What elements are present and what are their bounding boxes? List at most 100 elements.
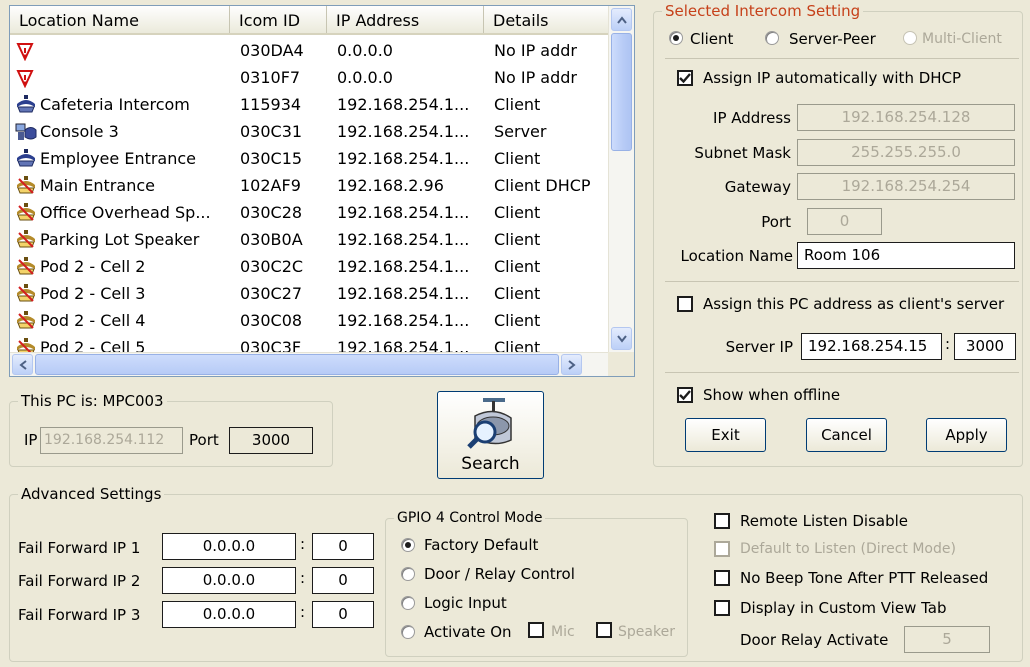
table-row[interactable]: Pod 2 - Cell 3 030C27 192.168.254.1... Clie… [10,280,608,307]
mic-checkbox[interactable] [528,622,544,638]
table-row[interactable]: Pod 2 - Cell 5 030C3F 192.168.254.1... Clie… [10,334,608,353]
radio-logic-input[interactable] [401,596,415,610]
cancel-button[interactable]: Cancel [806,418,887,452]
vertical-scrollbar[interactable] [608,6,634,353]
radio-factory-default-label[interactable]: Factory Default [424,535,538,555]
remote-listen-disable-label[interactable]: Remote Listen Disable [740,511,908,531]
table-row[interactable]: Main Entrance 102AF9 192.168.2.96 Client DH… [10,172,608,199]
horizontal-scrollbar[interactable] [10,352,610,376]
show-offline-label[interactable]: Show when offline [703,385,840,405]
radio-server-peer-label[interactable]: Server-Peer [789,29,876,49]
this-pc-port-label: Port [189,431,219,449]
this-pc-port-field[interactable]: 3000 [229,427,313,454]
fail-forward-3-port-field[interactable]: 0 [312,601,374,628]
table-row[interactable]: Parking Lot Speaker 030B0A 192.168.254.1..… [10,226,608,253]
custom-view-tab-checkbox[interactable] [714,600,730,616]
fail-forward-2-port-field[interactable]: 0 [312,567,374,594]
fail-forward-2-ip-field[interactable]: 0.0.0.0 [162,567,296,594]
subnet-mask-label: Subnet Mask [694,144,791,162]
scroll-left-button[interactable] [12,354,33,375]
scroll-right-button[interactable] [561,354,582,375]
radio-factory-default[interactable] [401,538,415,552]
port-field[interactable]: 0 [807,208,882,235]
assign-server-label[interactable]: Assign this PC address as client's serve… [703,294,1004,314]
this-pc-ip-field[interactable]: 192.168.254.112 [40,427,183,454]
no-beep-tone-checkbox[interactable] [714,570,730,586]
table-row[interactable]: Console 3 030C31 192.168.254.1... Server [10,118,608,145]
column-header-location-name[interactable]: Location Name [10,6,230,33]
scroll-down-button[interactable] [611,327,632,350]
intercom-client-icon [15,94,37,115]
device-list[interactable]: Location Name Icom ID IP Address Details… [9,5,635,377]
ip-address-field[interactable]: 192.168.254.128 [797,104,1015,131]
radio-client[interactable] [669,31,683,45]
show-offline-checkbox[interactable] [677,387,693,403]
dhcp-label[interactable]: Assign IP automatically with DHCP [703,68,961,88]
column-header-icom-id[interactable]: Icom ID [230,6,327,33]
table-row[interactable]: Cafeteria Intercom 115934 192.168.254.1...… [10,91,608,118]
server-port-field[interactable]: 3000 [954,333,1016,360]
details-cell: Client [494,203,541,222]
custom-view-tab-label[interactable]: Display in Custom View Tab [740,598,947,618]
column-header-details[interactable]: Details [484,6,608,33]
fail-forward-1-port-field[interactable]: 0 [312,533,374,560]
vertical-scroll-thumb[interactable] [611,33,632,151]
horizontal-scroll-thumb[interactable] [35,354,559,375]
table-row[interactable]: Pod 2 - Cell 2 030C2C 192.168.254.1... Clie… [10,253,608,280]
ip-address-cell: 192.168.254.1... [337,95,470,114]
fail-forward-1-ip-field[interactable]: 0.0.0.0 [162,533,296,560]
selected-intercom-setting-title: Selected Intercom Setting [662,2,864,20]
scroll-up-button[interactable] [611,8,632,31]
fail-forward-3-ip-field[interactable]: 0.0.0.0 [162,601,296,628]
table-row[interactable]: Pod 2 - Cell 4 030C08 192.168.254.1... Clie… [10,307,608,334]
location-name-cell: Main Entrance [10,175,240,196]
gateway-field[interactable]: 192.168.254.254 [797,173,1015,200]
server-ip-field[interactable]: 192.168.254.15 [801,333,942,360]
location-name-cell: Pod 2 - Cell 4 [10,310,240,331]
table-row[interactable]: Employee Entrance 030C15 192.168.254.1... C… [10,145,608,172]
icom-id-cell: 030DA4 [240,41,304,60]
location-name-cell: Pod 2 - Cell 5 [10,337,240,353]
remote-listen-disable-checkbox[interactable] [714,513,730,529]
speaker-checkbox[interactable] [596,622,612,638]
table-row[interactable]: Office Overhead Sp... 030C28 192.168.254.1… [10,199,608,226]
fail-forward-3-label: Fail Forward IP 3 [18,606,141,624]
divider [665,281,1019,282]
location-name-text: Console 3 [40,122,119,141]
details-cell: Client [494,230,541,249]
radio-door-relay-control-label[interactable]: Door / Relay Control [424,564,575,584]
table-row[interactable]: 0310F7 0.0.0.0 No IP addr [10,64,608,91]
radio-door-relay-control[interactable] [401,567,415,581]
radio-client-label[interactable]: Client [690,29,733,49]
radio-logic-input-label[interactable]: Logic Input [424,593,507,613]
table-row[interactable]: 030DA4 0.0.0.0 No IP addr [10,37,608,64]
colon-separator: : [300,603,306,621]
intercom-offline-icon [15,283,37,304]
no-beep-tone-label[interactable]: No Beep Tone After PTT Released [740,568,988,588]
location-name-cell: Cafeteria Intercom [10,94,240,115]
chevron-down-icon [616,334,627,343]
checkmark-icon [679,390,691,401]
radio-activate-on-label[interactable]: Activate On [424,622,512,642]
mic-label: Mic [551,624,575,640]
radio-server-peer[interactable] [765,31,779,45]
search-button[interactable]: Search [437,391,544,479]
colon-separator: : [300,535,306,553]
divider [665,372,1019,373]
location-name-text: Pod 2 - Cell 2 [40,257,146,276]
ip-address-cell: 192.168.254.1... [337,203,470,222]
location-name-text: Office Overhead Sp... [40,203,211,222]
exit-button[interactable]: Exit [685,418,766,452]
apply-button[interactable]: Apply [926,418,1007,452]
door-relay-activate-field[interactable]: 5 [904,626,990,653]
radio-activate-on[interactable] [401,625,415,639]
icom-id-cell: 030C2C [240,257,304,276]
ip-address-cell: 192.168.2.96 [337,176,444,195]
assign-server-checkbox[interactable] [677,296,693,312]
chevron-right-icon [567,359,576,370]
location-name-text: Main Entrance [40,176,155,195]
column-header-ip-address[interactable]: IP Address [327,6,484,33]
location-name-field[interactable]: Room 106 [797,242,1015,269]
subnet-mask-field[interactable]: 255.255.255.0 [797,139,1015,166]
dhcp-checkbox[interactable] [677,70,693,86]
